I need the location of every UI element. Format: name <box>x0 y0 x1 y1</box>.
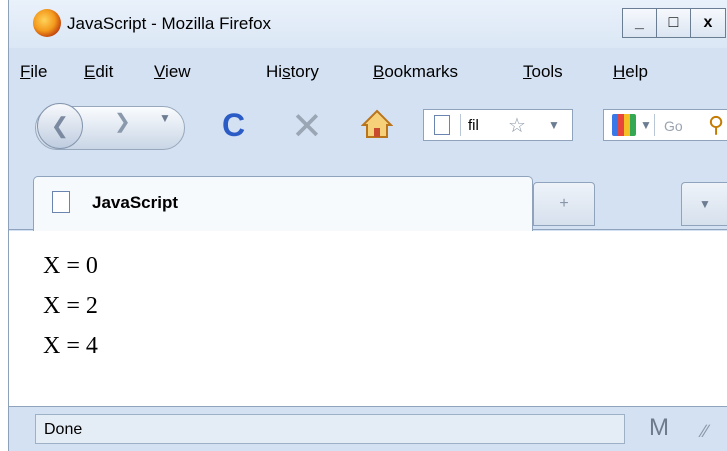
search-engine-dropdown[interactable]: ▼ <box>640 118 652 132</box>
home-button[interactable] <box>360 109 394 139</box>
browser-window: JavaScript - Mozilla Firefox _ □ x File … <box>8 0 727 451</box>
history-dropdown-button[interactable]: ▼ <box>159 111 171 125</box>
tab-label: JavaScript <box>92 193 178 212</box>
menu-view[interactable]: View <box>154 62 191 82</box>
menu-help[interactable]: Help <box>613 62 648 82</box>
status-panel: Done <box>35 414 625 444</box>
back-arrow-icon: ❮ <box>50 113 70 138</box>
url-bar[interactable]: fil ☆ ▼ <box>423 109 573 141</box>
url-text[interactable]: fil <box>468 117 479 134</box>
new-tab-button[interactable]: + <box>533 182 595 226</box>
tab-page-icon <box>52 191 70 213</box>
status-text: Done <box>44 421 83 438</box>
output-line: X = 2 <box>43 293 98 319</box>
search-separator <box>654 114 655 136</box>
title-bar: JavaScript - Mozilla Firefox _ □ x <box>9 0 727 48</box>
menu-file[interactable]: File <box>20 62 47 82</box>
forward-button[interactable]: ❯ <box>114 109 131 134</box>
menu-edit[interactable]: Edit <box>84 62 113 82</box>
menu-bookmarks[interactable]: Bookmarks <box>373 62 458 82</box>
tab-javascript[interactable]: JavaScript <box>33 176 533 231</box>
reload-button[interactable]: C <box>222 107 245 144</box>
window-controls: _ □ x <box>622 8 726 38</box>
menu-tools[interactable]: Tools <box>523 62 563 82</box>
google-icon[interactable] <box>612 114 636 136</box>
mail-icon[interactable]: M <box>631 413 687 443</box>
output-line: X = 4 <box>43 333 98 359</box>
url-dropdown-button[interactable]: ▼ <box>548 118 560 132</box>
page-icon <box>434 115 450 135</box>
close-button[interactable]: x <box>691 9 725 37</box>
magnifier-icon[interactable]: ⚲ <box>708 112 724 138</box>
search-input[interactable]: Go <box>664 118 683 134</box>
stop-icon: ✕ <box>291 106 323 148</box>
navigation-toolbar: ❮ ❯ ▼ C ✕ fil ☆ ▼ ▼ Go ⚲ <box>9 95 727 165</box>
tab-strip: JavaScript + ▼ <box>9 166 727 231</box>
page-content: X = 0 X = 2 X = 4 <box>9 231 727 406</box>
window-title: JavaScript - Mozilla Firefox <box>67 14 272 33</box>
back-button[interactable]: ❮ <box>37 103 83 149</box>
stop-button[interactable]: ✕ <box>291 104 323 149</box>
firefox-logo-icon <box>33 9 61 37</box>
reload-icon: C <box>222 107 246 143</box>
minimize-button[interactable]: _ <box>623 9 657 37</box>
star-icon[interactable]: ☆ <box>508 113 526 138</box>
home-icon <box>360 109 394 138</box>
resize-grip-icon[interactable]: ∕∕ <box>702 421 708 442</box>
menu-bar: File Edit View History Bookmarks Tools H… <box>9 52 727 92</box>
forward-arrow-icon: ❯ <box>114 111 131 133</box>
output-line: X = 0 <box>43 253 98 279</box>
status-bar: Done M ∕∕ <box>9 406 727 451</box>
maximize-button[interactable]: □ <box>657 9 691 37</box>
url-separator <box>460 114 461 136</box>
search-bar[interactable]: ▼ Go ⚲ <box>603 109 727 141</box>
menu-history[interactable]: History <box>266 62 319 82</box>
tab-list-button[interactable]: ▼ <box>681 182 727 226</box>
